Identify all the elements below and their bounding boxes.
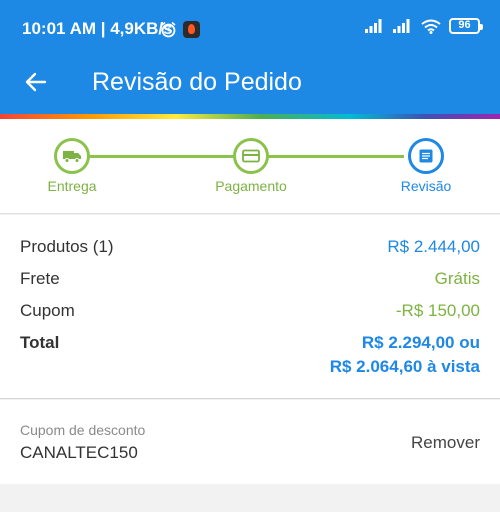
coupon-section-label: Cupom de desconto	[20, 422, 146, 438]
step-payment-label: Pagamento	[215, 178, 287, 194]
app-notification-icon	[183, 21, 200, 38]
signal-icon	[393, 19, 410, 33]
step-delivery[interactable]	[54, 138, 90, 174]
step-review-label: Revisão	[400, 178, 452, 194]
checkout-stepper: Entrega Pagamento Revisão	[0, 119, 500, 214]
products-label: Produtos (1)	[20, 237, 114, 256]
battery-level: 96	[458, 19, 471, 31]
status-icons: 96	[365, 18, 483, 34]
step-payment[interactable]	[233, 138, 269, 174]
step-delivery-label: Entrega	[47, 178, 97, 194]
page-title: Revisão do Pedido	[92, 68, 302, 96]
app-header: 10:01 AM | 4,9KB/s 96 Revisão do Pedido	[0, 0, 500, 114]
status-bar: 10:01 AM | 4,9KB/s 96	[0, 0, 500, 60]
wifi-icon	[421, 19, 441, 34]
remove-coupon-button[interactable]: Remover	[411, 433, 480, 453]
total-cash-value: R$ 2.064,60 à vista	[329, 357, 480, 376]
coupon-discount-label: Cupom	[20, 301, 75, 320]
arrow-left-icon[interactable]	[24, 70, 48, 94]
coupon-code: CANALTEC150	[20, 443, 138, 462]
signal-icon	[365, 19, 382, 33]
document-icon	[419, 149, 433, 163]
total-installment-value: R$ 2.294,00 ou	[361, 333, 480, 352]
alarm-icon	[161, 21, 176, 38]
status-time: 10:01 AM | 4,9KB/s	[22, 19, 173, 38]
truck-icon	[63, 151, 81, 163]
shipping-label: Frete	[20, 269, 60, 288]
products-value: R$ 2.444,00	[387, 237, 480, 256]
shipping-value: Grátis	[434, 269, 480, 288]
order-summary: Produtos (1) R$ 2.444,00 Frete Grátis Cu…	[0, 215, 500, 399]
coupon-section: Cupom de desconto CANALTEC150 Remover	[0, 400, 500, 484]
step-review[interactable]	[408, 138, 444, 174]
battery-icon: 96	[449, 18, 483, 34]
coupon-discount-value: -R$ 150,00	[395, 301, 480, 320]
card-icon	[242, 149, 260, 163]
total-label: Total	[20, 333, 60, 352]
